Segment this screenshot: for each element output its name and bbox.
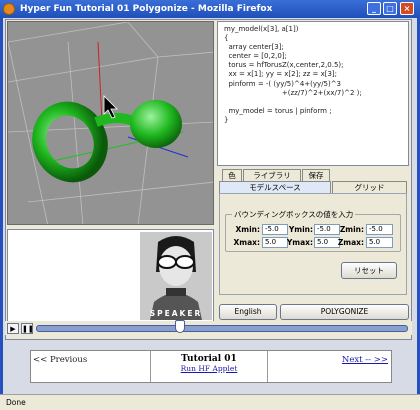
firefox-icon — [3, 3, 15, 15]
zmax-label: Zmax: — [337, 238, 364, 247]
playback-thumb[interactable] — [175, 320, 185, 333]
code-line: +(zz/7)^2+(xx/7)^2 ); — [224, 88, 362, 97]
next-link[interactable]: Next -- >> — [342, 355, 388, 365]
code-line: pinform = -( (yy/5)^4+(yy/5)^3 — [224, 79, 342, 88]
code-line: } — [224, 115, 229, 124]
english-button[interactable]: English — [219, 304, 277, 320]
polygonize-button[interactable]: POLYGONIZE — [280, 304, 409, 320]
bounding-box-title: バウンディングボックスの値を入力 — [232, 209, 356, 220]
run-applet-link[interactable]: Run HF Applet — [151, 364, 267, 373]
zmin-field[interactable]: -5.0 — [366, 224, 393, 235]
nav-center-cell: Tutorial 01 Run HF Applet — [150, 351, 268, 382]
maximize-button[interactable]: □ — [383, 2, 397, 15]
model-render — [8, 22, 213, 224]
previous-link[interactable]: << Previous — [33, 355, 87, 365]
xmin-label: Xmin: — [235, 225, 260, 234]
tab-model-space[interactable]: モデルスペース — [219, 181, 331, 193]
zmin-label: Zmin: — [339, 225, 364, 234]
code-line: center = [0,2,0]; — [224, 52, 287, 61]
reset-button[interactable]: リセット — [341, 262, 397, 279]
code-line: my_model = torus | pinform ; — [224, 106, 332, 115]
tab-save[interactable]: 保存 — [302, 169, 330, 181]
minimize-button[interactable]: _ — [367, 2, 381, 15]
window-title: Hyper Fun Tutorial 01 Polygonize - Mozil… — [20, 4, 273, 14]
code-editor[interactable]: my_model(x[3], a[1]) { array center[3]; … — [217, 21, 409, 166]
ymax-label: Ymax: — [286, 238, 313, 247]
status-bar: Done — [0, 394, 420, 410]
tab-grid[interactable]: グリッド — [332, 181, 407, 193]
code-line: torus = hfTorusZ(x,center,2,0.5); — [224, 61, 344, 70]
speaker-video: SPEAKER — [140, 232, 212, 320]
close-button[interactable]: × — [400, 2, 414, 15]
nav-prev-cell: << Previous — [31, 351, 149, 382]
tutorial-title: Tutorial 01 — [181, 354, 237, 364]
code-line: xx = x[1]; yy = x[2]; zz = x[3]; — [224, 70, 338, 79]
pause-icon[interactable]: ❚❚ — [21, 323, 34, 334]
nav-next-cell: Next -- >> — [269, 351, 391, 382]
tab-library[interactable]: ライブラリ — [243, 169, 301, 181]
playback-track[interactable] — [36, 325, 408, 332]
zmax-field[interactable]: 5.0 — [366, 237, 393, 248]
code-line: array center[3]; — [224, 43, 284, 52]
xmax-label: Xmax: — [233, 238, 261, 247]
code-line: { — [224, 34, 229, 43]
play-icon[interactable]: ▶ — [7, 323, 19, 334]
video-caption: SPEAKER — [149, 309, 203, 318]
tab-color[interactable]: 色 — [222, 169, 242, 181]
ymin-label: Ymin: — [288, 225, 313, 234]
window-titlebar[interactable]: Hyper Fun Tutorial 01 Polygonize - Mozil… — [0, 0, 420, 18]
model-viewport[interactable] — [7, 21, 214, 225]
code-line: my_model(x[3], a[1]) — [224, 25, 299, 33]
status-text: Done — [6, 398, 26, 407]
